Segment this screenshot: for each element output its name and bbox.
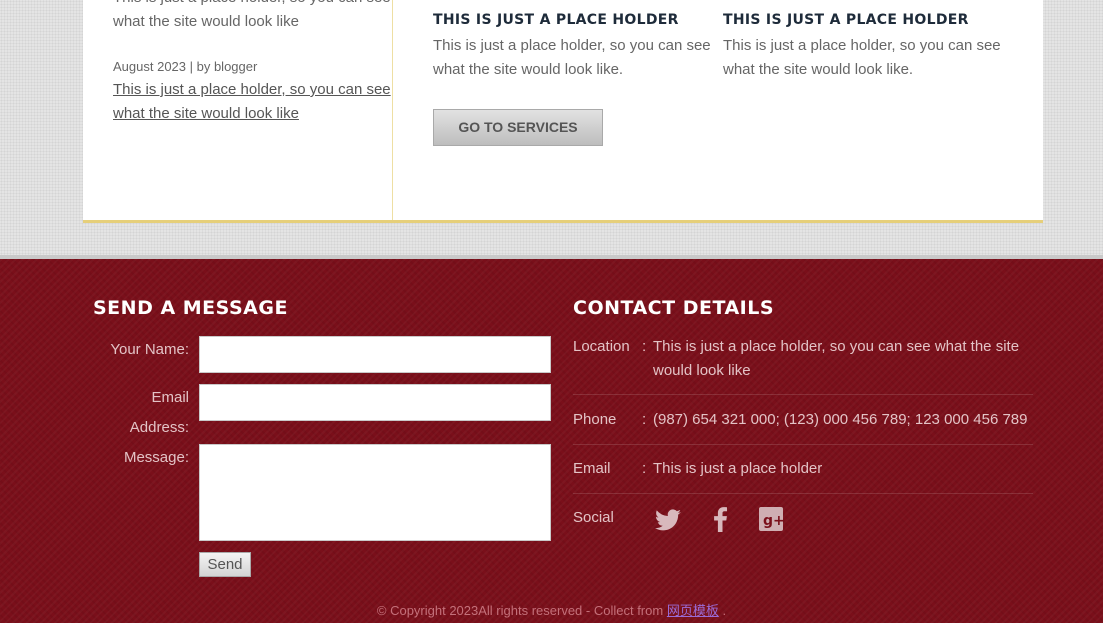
copyright-suffix: . (722, 603, 727, 618)
phone-label: Phone (573, 411, 617, 428)
blog-prev-excerpt: This is just a place holder, so you can … (113, 0, 391, 30)
service-item: THIS IS JUST A PLACE HOLDER This is just… (723, 12, 1003, 82)
svg-text:g+: g+ (763, 513, 785, 529)
contact-details-title: CONTACT DETAILS (573, 297, 775, 319)
footer: SEND A MESSAGE Your Name: Email Address:… (0, 259, 1103, 623)
go-to-services-button[interactable]: GO TO SERVICES (433, 109, 603, 146)
send-button[interactable]: Send (199, 552, 251, 577)
twitter-icon[interactable] (653, 505, 683, 535)
social-label: Social (573, 509, 614, 526)
facebook-icon[interactable] (706, 504, 736, 534)
copyright-text: © Copyright 2023All rights reserved - Co… (376, 603, 664, 618)
location-value: This is just a place holder, so you can … (653, 338, 1020, 379)
colon: : (642, 338, 647, 355)
name-label: Your Name: (110, 341, 189, 358)
contact-row-phone: Phone : (987) 654 321 000; (123) 000 456… (573, 408, 1033, 445)
template-link[interactable]: 网页模板 (667, 603, 719, 618)
service-text: This is just a place holder, so you can … (723, 37, 1001, 78)
copyright: © Copyright 2023All rights reserved - Co… (0, 600, 1103, 619)
blog-post-link[interactable]: This is just a place holder, so you can … (113, 78, 393, 126)
email-contact-label: Email (573, 460, 611, 477)
column-divider (392, 0, 393, 220)
service-title: THIS IS JUST A PLACE HOLDER (723, 12, 969, 28)
service-text: This is just a place holder, so you can … (433, 37, 711, 78)
contact-row-location: Location : This is just a place holder, … (573, 335, 1033, 395)
contact-row-email: Email : This is just a place holder (573, 457, 1033, 494)
google-plus-icon[interactable]: g+ (756, 503, 786, 533)
phone-value: (987) 654 321 000; (123) 000 456 789; 12… (653, 411, 1028, 428)
location-label: Location (573, 338, 630, 355)
name-input[interactable] (199, 336, 551, 373)
blog-post-meta: August 2023 | by blogger (113, 59, 258, 74)
email-label: Email Address: (129, 389, 189, 436)
colon: : (642, 460, 647, 477)
message-textarea[interactable] (199, 444, 551, 541)
top-area: This is just a place holder, so you can … (0, 0, 1103, 255)
send-message-title: SEND A MESSAGE (93, 297, 288, 319)
content-box: This is just a place holder, so you can … (83, 0, 1043, 223)
service-title: THIS IS JUST A PLACE HOLDER (433, 12, 679, 28)
contact-row-social: Social g+ (573, 506, 1033, 536)
service-item: THIS IS JUST A PLACE HOLDER This is just… (433, 12, 713, 82)
colon: : (642, 411, 647, 428)
message-label: Message: (123, 449, 189, 466)
email-contact-value: This is just a place holder (653, 460, 823, 477)
email-input[interactable] (199, 384, 551, 421)
